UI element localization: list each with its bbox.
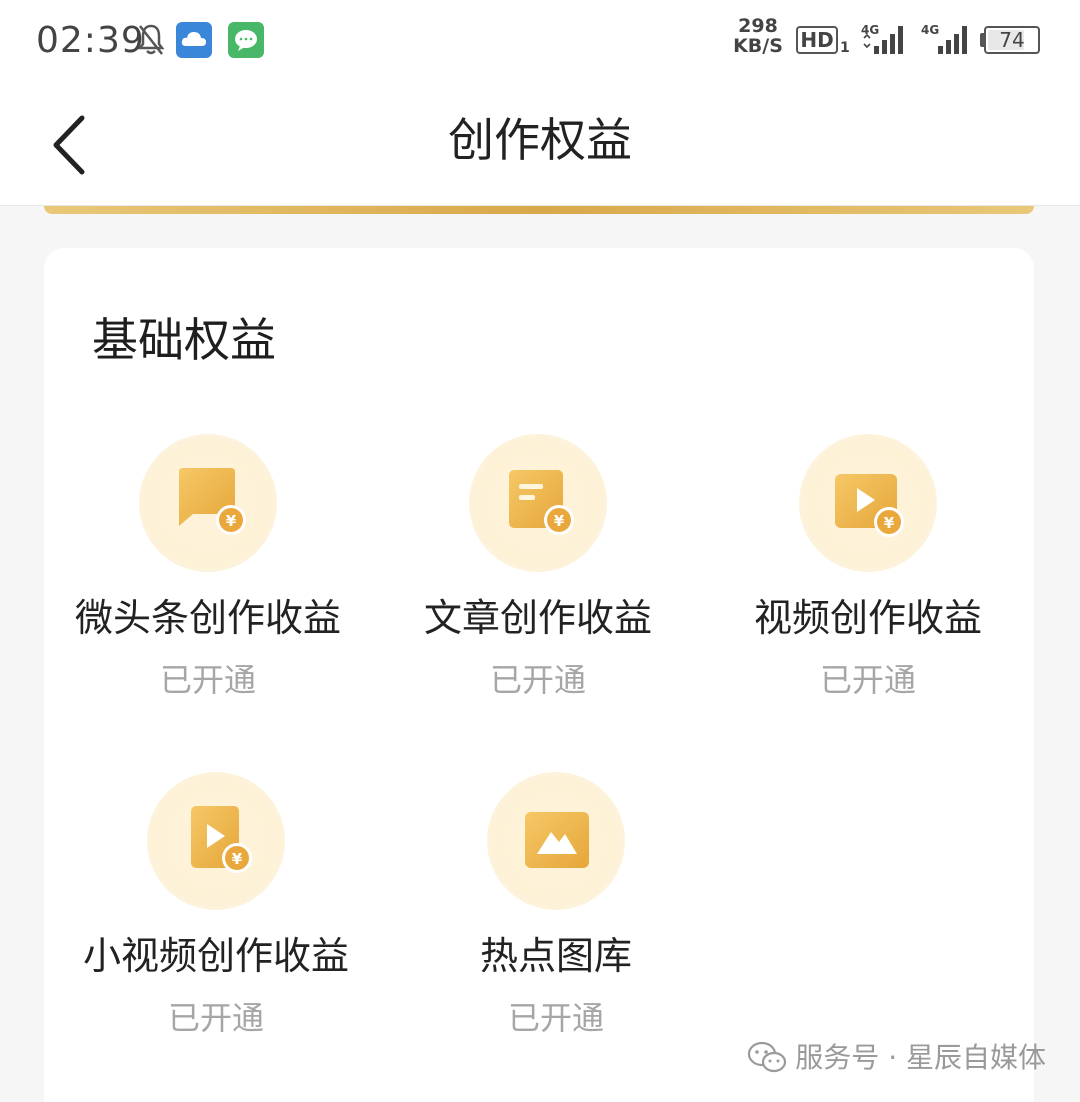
nav-bar: 创作权益 [0,84,1080,206]
document-yuan-icon: ¥ [509,470,574,535]
muted-bell-icon [137,24,165,55]
benefit-status: 已开通 [819,661,916,699]
wechat-icon [748,1041,787,1073]
benefit-label: 视频创作收益 [753,596,982,640]
signal1-label: 4G [861,23,879,37]
benefit-icon-circle: ¥ [147,772,285,910]
benefit-status: 已开通 [507,999,604,1037]
benefit-icon-circle: ¥ [799,434,937,572]
benefit-label: 微头条创作收益 [74,596,341,640]
hd-sub: 1 [840,40,850,56]
benefit-item-video[interactable]: ¥ 视频创作收益 已开通 [708,434,1028,700]
status-bar: 02:39 298 KB/S HD 1 4G 4G 74 [0,0,1080,84]
benefit-icon-circle: ¥ [139,434,277,572]
video-yuan-icon: ¥ [835,474,904,537]
watermark-text: 服务号 · 星辰自媒体 [795,1041,1046,1074]
svg-text:¥: ¥ [884,514,895,532]
benefit-icon-circle: ¥ [469,434,607,572]
network-speed-value: 298 [738,15,778,37]
benefit-status: 已开通 [159,661,256,699]
signal-strength-icon-2: 4G [920,22,972,62]
image-gallery-icon [525,812,589,868]
benefit-item-short-video[interactable]: ¥ 小视频创作收益 已开通 [56,772,376,1038]
benefits-card: 基础权益 ¥ 微头条创作收益 已开通 ¥ 文章创作收益 已开通 ¥ 视频创作收益… [44,248,1034,1102]
signal2-label: 4G [921,23,939,37]
short-video-yuan-icon: ¥ [191,806,252,873]
svg-text:¥: ¥ [232,850,243,868]
benefit-status: 已开通 [489,661,586,699]
benefit-icon-circle [487,772,625,910]
page-title: 创作权益 [448,113,632,167]
svg-text:¥: ¥ [226,512,237,530]
benefit-item-hot-gallery[interactable]: 热点图库 已开通 [396,772,716,1038]
status-time: 02:39 [36,20,145,61]
network-speed: 298 KB/S [730,16,786,56]
speech-bubble-yuan-icon: ¥ [179,468,246,535]
benefit-item-micro-headline[interactable]: ¥ 微头条创作收益 已开通 [48,434,368,700]
svg-text:¥: ¥ [554,512,565,530]
hd-badge: HD [796,26,838,54]
battery-level: 74 [999,28,1025,52]
watermark: 服务号 · 星辰自媒体 [747,1036,1046,1080]
benefit-label: 小视频创作收益 [82,934,349,978]
gold-banner-edge [44,206,1034,214]
benefit-item-article[interactable]: ¥ 文章创作收益 已开通 [378,434,698,700]
message-app-icon [228,22,264,58]
benefit-label: 文章创作收益 [423,596,652,640]
benefit-label: 热点图库 [479,934,632,978]
network-speed-unit: KB/S [733,35,783,57]
battery-icon: 74 [984,26,1040,54]
signal-strength-icon: 4G [860,22,912,62]
section-title: 基础权益 [92,313,276,367]
cloud-app-icon [176,22,212,58]
benefit-status: 已开通 [167,999,264,1037]
